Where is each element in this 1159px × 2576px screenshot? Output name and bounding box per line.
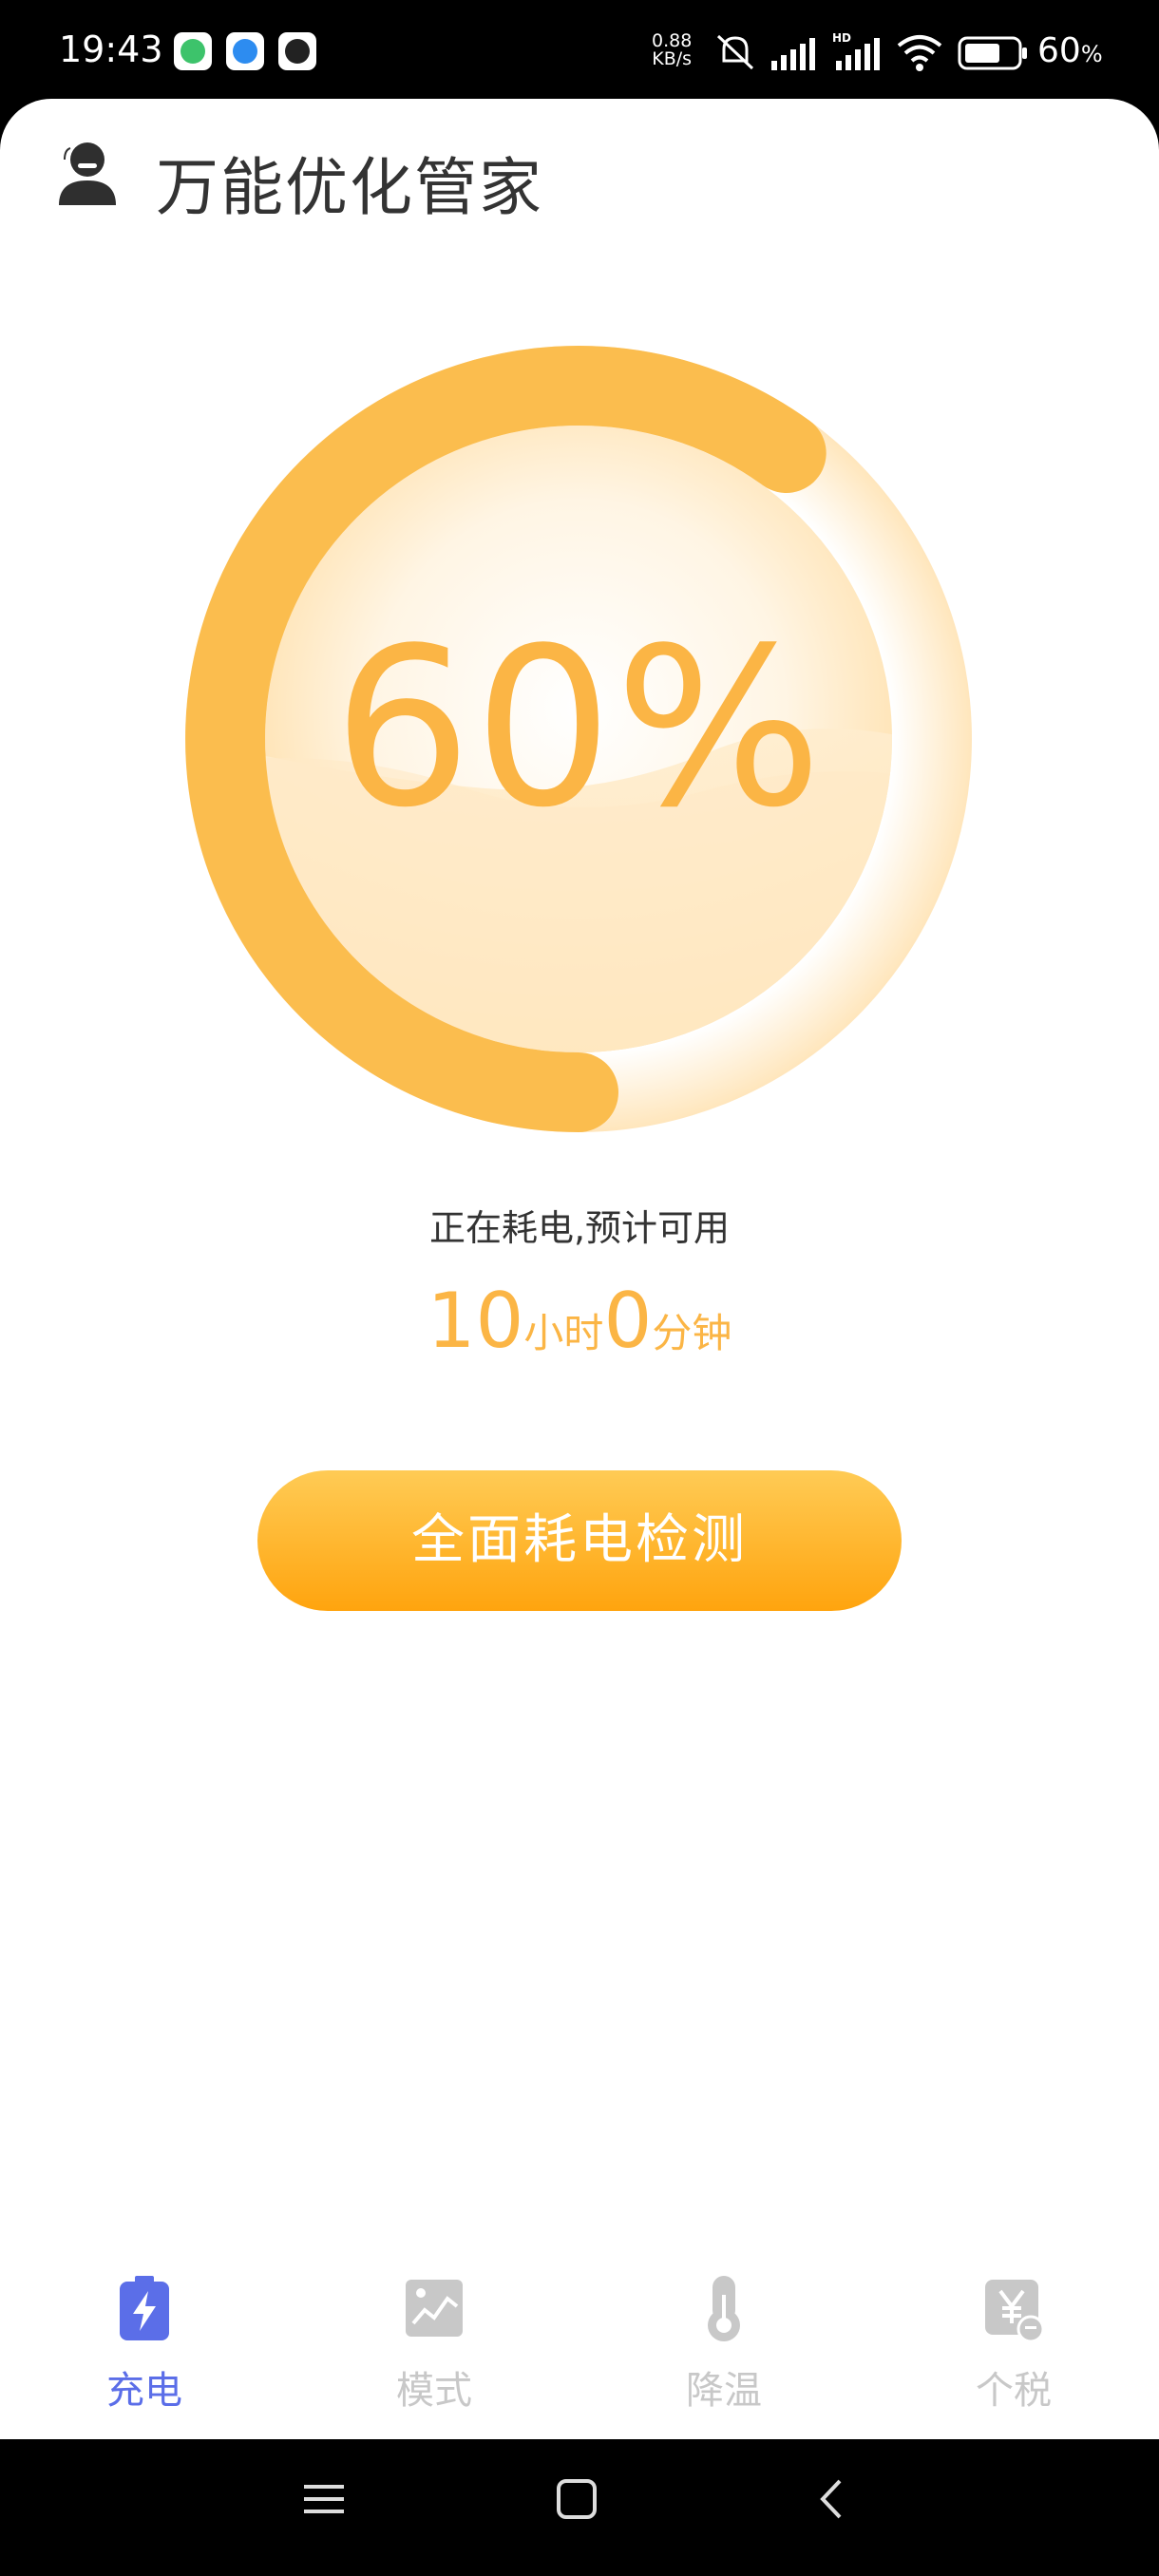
remaining-minutes-unit: 分钟 xyxy=(652,1310,732,1356)
app-header: 万能优化管家 xyxy=(0,99,1159,251)
network-speed: 0.88 KB/s xyxy=(652,32,692,68)
nav-label-cool: 降温 xyxy=(686,2369,762,2413)
svg-text:HD: HD xyxy=(832,31,851,45)
full-power-check-button[interactable]: 全面耗电检测 xyxy=(257,1470,902,1611)
remaining-minutes: 0 xyxy=(603,1277,653,1365)
remaining-hours: 10 xyxy=(427,1277,524,1365)
home-icon[interactable] xyxy=(555,2477,598,2521)
nav-label-mode: 模式 xyxy=(396,2369,472,2413)
back-icon[interactable] xyxy=(813,2477,851,2521)
battery-icon xyxy=(958,36,1027,70)
nav-item-mode[interactable]: 模式 xyxy=(339,2274,529,2415)
hd-signal-icon: HD xyxy=(832,31,880,70)
nav-label-tax: 个税 xyxy=(976,2369,1052,2413)
status-bar: 19:43 0.88 KB/s HD 60% xyxy=(0,0,1159,104)
mute-icon xyxy=(716,34,754,70)
battery-percent-suffix: % xyxy=(1080,41,1103,67)
system-nav-bar xyxy=(0,2439,1159,2576)
browser-app-icon xyxy=(226,32,264,70)
signal-icon xyxy=(771,38,815,70)
battery-percent-value: 60 xyxy=(1037,31,1081,70)
battery-status-text: 正在耗电,预计可用 xyxy=(428,1207,731,1249)
user-icon[interactable] xyxy=(57,141,118,207)
status-time: 19:43 xyxy=(59,28,163,70)
thermometer-icon xyxy=(708,2276,740,2341)
nav-item-charge[interactable]: 充电 xyxy=(49,2274,239,2415)
app-screen: 万能优化管家 60% 正在耗电,预计可用 10小时0分钟 全面耗电检测 充电 模… xyxy=(0,99,1159,2439)
qq-app-icon xyxy=(278,32,316,70)
menu-icon[interactable] xyxy=(302,2477,346,2521)
battery-percent: 60% xyxy=(1037,31,1103,70)
nav-item-tax[interactable]: 个税 xyxy=(919,2274,1109,2415)
app-title: 万能优化管家 xyxy=(156,151,543,224)
yen-tax-icon xyxy=(985,2280,1045,2343)
battery-percent-label: 60% xyxy=(332,602,825,856)
nav-label-charge: 充电 xyxy=(106,2369,182,2413)
network-speed-unit: KB/s xyxy=(652,48,693,69)
chart-image-icon xyxy=(406,2280,463,2337)
remaining-hours-unit: 小时 xyxy=(523,1310,604,1356)
wifi-icon xyxy=(897,35,942,71)
battery-charge-icon xyxy=(120,2276,169,2340)
remaining-time: 10小时0分钟 xyxy=(0,1277,1159,1365)
wechat-like-app-icon xyxy=(174,32,212,70)
nav-item-cool[interactable]: 降温 xyxy=(629,2274,819,2415)
